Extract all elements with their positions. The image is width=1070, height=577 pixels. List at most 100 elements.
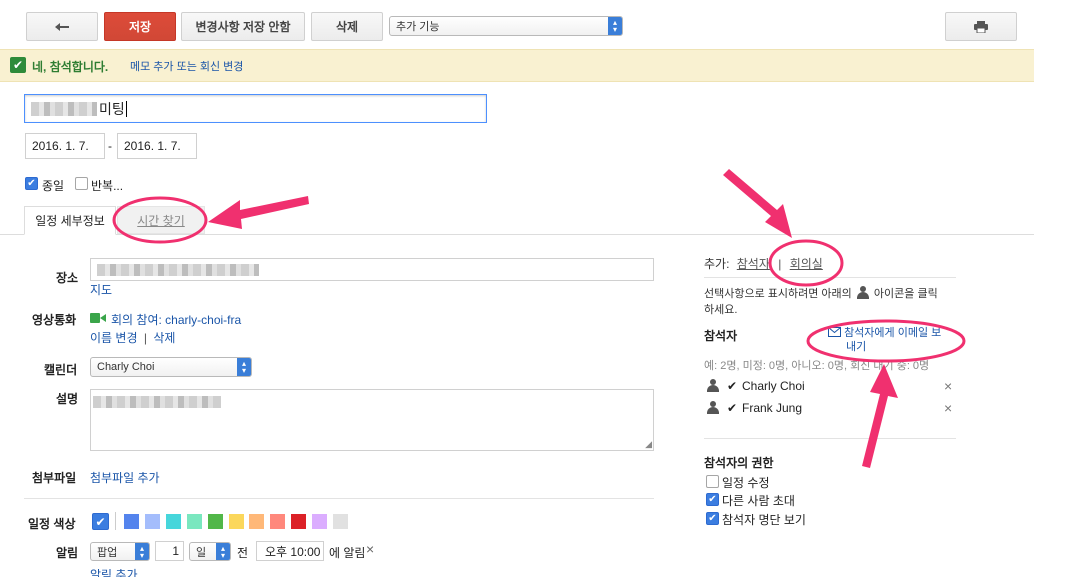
text-cursor bbox=[125, 100, 127, 117]
allday-label: 종일 bbox=[42, 179, 65, 193]
color-swatch[interactable] bbox=[124, 514, 139, 529]
color-swatch[interactable] bbox=[144, 514, 160, 529]
reminder-remove-icon[interactable]: × bbox=[366, 541, 374, 557]
video-join-link[interactable]: 회의 참여: charly-choi-fra bbox=[111, 311, 241, 328]
date-separator: - bbox=[108, 139, 112, 153]
reminder-amount-input[interactable]: 1 bbox=[155, 541, 184, 561]
event-title-input[interactable]: 미팅 bbox=[24, 94, 487, 123]
repeat-checkbox[interactable] bbox=[75, 177, 88, 190]
guests-hint-before: 선택사항으로 표시하려면 아래의 bbox=[704, 288, 852, 300]
description-label: 설명 bbox=[56, 392, 79, 406]
event-title-text: 미팅 bbox=[99, 100, 125, 117]
video-camera-icon bbox=[90, 313, 106, 323]
end-date-input[interactable]: 2016. 1. 7. bbox=[117, 133, 197, 159]
add-reminder-link[interactable]: 알림 추가 bbox=[90, 566, 138, 577]
perm-invite-checkbox[interactable]: ✔ bbox=[706, 493, 719, 506]
add-guests-row: 추가: 참석자 | 회의실 bbox=[704, 255, 823, 272]
add-attachment-link[interactable]: 첨부파일 추가 bbox=[90, 469, 160, 486]
color-swatch[interactable] bbox=[228, 514, 244, 529]
guest-optional-toggle-icon[interactable] bbox=[707, 401, 719, 414]
envelope-icon bbox=[828, 327, 841, 337]
guests-title: 참석자 bbox=[704, 329, 738, 343]
tab-event-details[interactable]: 일정 세부정보 bbox=[24, 206, 116, 235]
more-actions-select[interactable]: 추가 기능 ▴ ▾ bbox=[389, 16, 623, 36]
print-button[interactable] bbox=[945, 12, 1017, 41]
location-label: 장소 bbox=[56, 271, 79, 285]
email-guests-text-2: 내기 bbox=[846, 341, 867, 353]
rsvp-check-icon: ✔ bbox=[10, 57, 26, 73]
guests-divider-bottom bbox=[704, 438, 956, 439]
back-arrow-icon bbox=[55, 22, 69, 31]
remove-guest-icon[interactable]: × bbox=[944, 378, 952, 394]
guests-summary: 예: 2명, 미정: 0명, 아니오: 0명, 회신 대기 중: 0명 bbox=[704, 360, 930, 372]
rsvp-status-text: 네, 참석합니다. bbox=[32, 60, 109, 74]
guests-divider-top bbox=[704, 277, 956, 278]
color-swatch[interactable] bbox=[207, 514, 223, 529]
tab-find-time-label: 시간 찾기 bbox=[137, 213, 185, 228]
form-divider bbox=[24, 498, 654, 499]
guest-status-icon: ✔ bbox=[727, 379, 738, 393]
perm-see-list-label: 참석자 명단 보기 bbox=[722, 513, 806, 527]
reminder-type-value: 팝업 bbox=[97, 546, 118, 559]
reminder-suffix-text: 에 알림 bbox=[329, 546, 366, 560]
color-swatch[interactable] bbox=[270, 514, 286, 529]
perm-modify-checkbox[interactable] bbox=[706, 475, 719, 488]
add-guests-link[interactable]: 참석자 bbox=[737, 257, 770, 271]
color-swatch[interactable] bbox=[333, 514, 348, 529]
add-rooms-link[interactable]: 회의실 bbox=[790, 257, 823, 271]
reminder-time-input[interactable]: 오후 10:00 bbox=[256, 541, 324, 561]
remove-guest-icon[interactable]: × bbox=[944, 400, 952, 416]
color-swatch[interactable] bbox=[312, 514, 328, 529]
resize-handle-icon: ◢ bbox=[645, 439, 652, 449]
reminder-before-text: 전 bbox=[237, 546, 249, 560]
dropdown-arrow-icon: ▴ ▾ bbox=[608, 17, 622, 35]
guest-optional-toggle-icon[interactable] bbox=[707, 379, 719, 392]
redacted-text bbox=[97, 263, 259, 276]
allday-checkbox[interactable]: ✔ bbox=[25, 177, 38, 190]
attachment-label: 첨부파일 bbox=[32, 471, 77, 485]
guest-permissions-title: 참석자의 권한 bbox=[704, 456, 774, 470]
add-label: 추가: bbox=[704, 257, 730, 271]
calendar-select-value: Charly Choi bbox=[97, 361, 155, 373]
video-actions: 이름 변경 | 삭제 bbox=[90, 329, 175, 346]
video-actions-separator: | bbox=[143, 331, 147, 345]
perm-see-list-checkbox[interactable]: ✔ bbox=[706, 512, 719, 525]
event-color-label: 일정 색상 bbox=[28, 517, 76, 531]
calendar-label: 캘린더 bbox=[44, 363, 78, 377]
tab-find-time[interactable]: 시간 찾기 bbox=[117, 206, 205, 234]
reminder-unit-select[interactable]: 일 ▴ ▾ bbox=[189, 542, 231, 561]
save-button[interactable]: 저장 bbox=[104, 12, 176, 41]
guest-name: Frank Jung bbox=[742, 401, 803, 415]
guests-hint: 선택사항으로 표시하려면 아래의 아이콘을 클릭 하세요. bbox=[704, 286, 960, 318]
reminder-label: 알림 bbox=[56, 546, 79, 560]
color-swatch[interactable] bbox=[291, 514, 307, 529]
email-guests-link[interactable]: 참석자에게 이메일 보 내기 bbox=[828, 326, 953, 354]
email-guests-text-1: 참석자에게 이메일 보 bbox=[844, 327, 942, 339]
color-swatch[interactable] bbox=[186, 514, 202, 529]
annotation-arrow-find-time bbox=[208, 196, 309, 229]
guests-hint-after: 아이콘을 클릭 bbox=[873, 288, 938, 300]
redacted-text bbox=[93, 396, 221, 408]
start-date-input[interactable]: 2016. 1. 7. bbox=[25, 133, 105, 159]
default-color-swatch[interactable]: ✔ bbox=[92, 513, 109, 530]
reminder-unit-value: 일 bbox=[196, 546, 207, 559]
dropdown-arrow-icon: ▴ ▾ bbox=[135, 543, 149, 560]
color-swatch[interactable] bbox=[165, 514, 181, 529]
discard-changes-button[interactable]: 변경사항 저장 안함 bbox=[181, 12, 305, 41]
calendar-select[interactable]: Charly Choi ▴ ▾ bbox=[90, 357, 252, 377]
location-input[interactable] bbox=[90, 258, 654, 281]
more-actions-label: 추가 기능 bbox=[396, 21, 440, 33]
video-rename-link[interactable]: 이름 변경 bbox=[90, 331, 138, 345]
delete-button[interactable]: 삭제 bbox=[311, 12, 383, 41]
add-separator: | bbox=[778, 257, 782, 271]
dropdown-arrow-icon: ▴ ▾ bbox=[237, 358, 251, 376]
description-textarea[interactable]: ◢ bbox=[90, 389, 654, 451]
reminder-type-select[interactable]: 팝업 ▴ ▾ bbox=[90, 542, 150, 561]
map-link[interactable]: 지도 bbox=[90, 281, 112, 298]
redacted-text bbox=[31, 101, 97, 116]
guest-status-icon: ✔ bbox=[727, 401, 738, 415]
color-swatch[interactable] bbox=[249, 514, 265, 529]
rsvp-change-link[interactable]: 메모 추가 또는 회신 변경 bbox=[130, 58, 243, 74]
video-delete-link[interactable]: 삭제 bbox=[153, 331, 175, 345]
back-button[interactable] bbox=[26, 12, 98, 41]
